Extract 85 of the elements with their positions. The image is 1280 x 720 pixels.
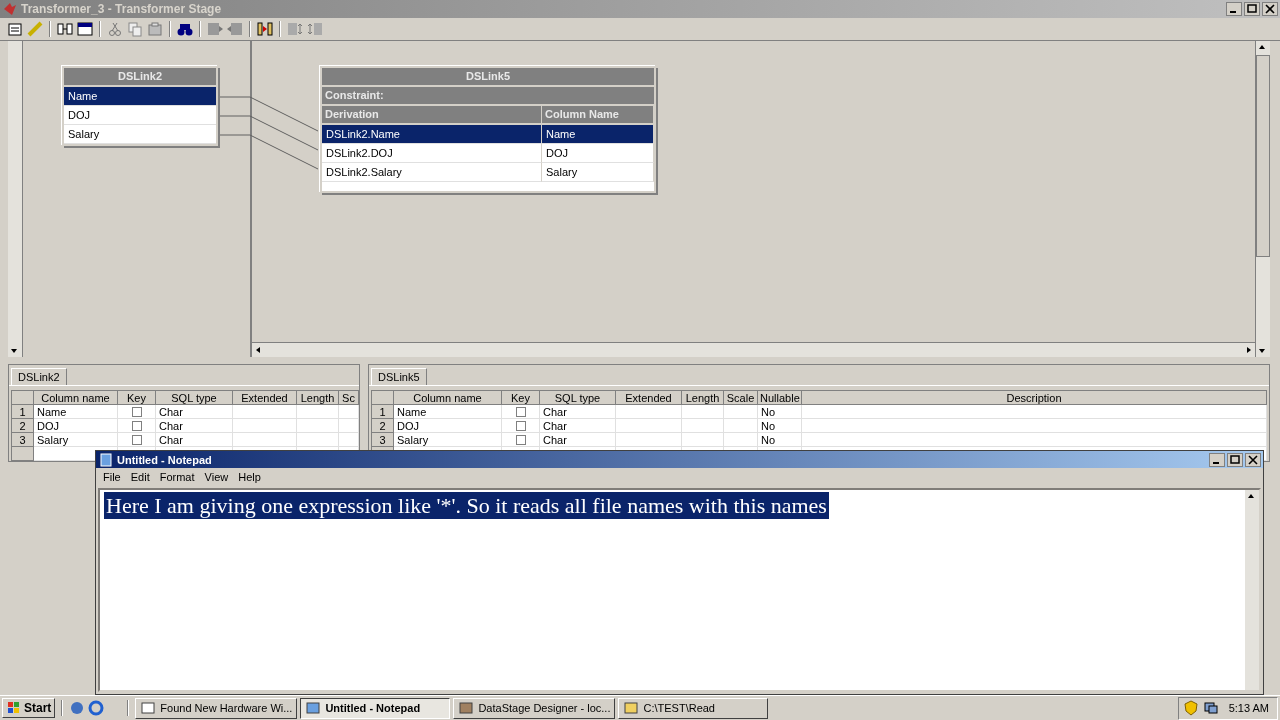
menu-item[interactable]: View [200, 471, 233, 483]
checkbox[interactable] [131, 406, 142, 417]
column-row[interactable]: DOJ [64, 106, 216, 125]
column-header: Column Name [542, 106, 654, 125]
column-header[interactable]: Description [801, 390, 1267, 405]
table-cell: Char [155, 404, 233, 419]
column-header[interactable]: Column name [33, 390, 118, 405]
column-row[interactable]: Name [64, 87, 216, 106]
column-header[interactable]: Length [681, 390, 724, 405]
maximize-icon[interactable] [1244, 2, 1260, 16]
column-header[interactable]: SQL type [539, 390, 616, 405]
notepad-icon [98, 451, 114, 468]
four-squares-icon [6, 700, 22, 716]
menu-item[interactable]: Edit [126, 471, 154, 483]
menu-item[interactable]: File [99, 471, 125, 483]
table-cell: Char [539, 418, 616, 433]
column-header[interactable]: Length [296, 390, 339, 405]
column-row[interactable]: Salary [64, 125, 216, 144]
column-header[interactable]: Column name [393, 390, 502, 405]
column-header[interactable]: Extended [232, 390, 297, 405]
window-icon[interactable] [76, 20, 94, 38]
start-button[interactable]: Start [2, 698, 56, 718]
link-title: DSLink5 [322, 68, 654, 87]
table-cell: DOJ [33, 418, 118, 433]
column-header[interactable]: SQL type [155, 390, 233, 405]
notepad-icon [305, 700, 322, 716]
table-cell: No [757, 418, 802, 433]
derivation-row[interactable]: DSLink2.Name Name [322, 125, 654, 144]
checkbox[interactable] [131, 420, 142, 431]
checkbox[interactable] [131, 434, 142, 445]
clock: 5:13 AM [1228, 702, 1269, 714]
derivation-row[interactable]: DSLink2.Salary Salary [322, 163, 654, 182]
table-cell: Char [155, 432, 233, 447]
checkbox[interactable] [515, 434, 526, 445]
move-left-icon[interactable] [226, 20, 244, 38]
table-cell: Salary [33, 432, 118, 447]
close-icon[interactable] [1262, 2, 1278, 16]
column-height-icon[interactable] [306, 20, 324, 38]
close-icon[interactable] [1245, 452, 1261, 467]
properties-icon[interactable] [6, 20, 24, 38]
arrow-between-bars-icon[interactable] [256, 20, 274, 38]
menu-item[interactable]: Help [234, 471, 265, 483]
column-header[interactable]: Key [501, 390, 540, 405]
input-link-table[interactable]: DSLink2 Name DOJ Salary [62, 66, 218, 146]
link-tab[interactable]: DSLink5 [371, 368, 427, 385]
minimize-icon[interactable] [1209, 452, 1225, 467]
taskbar-button[interactable]: Untitled - Notepad [300, 697, 451, 719]
checkbox[interactable] [515, 420, 526, 431]
taskbar-button[interactable]: DataStage Designer - loc... [453, 697, 616, 719]
table-cell: Salary [393, 432, 502, 447]
window-title: Untitled - Notepad [117, 453, 212, 466]
column-header[interactable]: Scale [723, 390, 758, 405]
scroll-thumb[interactable] [1256, 55, 1270, 257]
table-cell: Name [393, 404, 502, 419]
column-header[interactable]: Nullable [757, 390, 802, 405]
menu-item[interactable]: Format [155, 471, 199, 483]
column-header[interactable]: Key [117, 390, 156, 405]
column-header[interactable]: Sc [338, 390, 359, 405]
column-header[interactable]: Extended [615, 390, 682, 405]
taskbar-button[interactable]: C:\TEST\Read [618, 697, 769, 719]
window-title: Transformer_3 - Transformer Stage [21, 2, 222, 16]
minimize-icon[interactable] [1226, 2, 1242, 16]
constraint-label: Constraint: [322, 87, 654, 106]
link-tab[interactable]: DSLink2 [11, 368, 67, 385]
output-link-table[interactable]: DSLink5 Constraint: Derivation Column Name DSLink2.Name Name DSLink2.DOJ DOJ DSLink2.Salary Salary [320, 66, 656, 193]
link-title: DSLink2 [64, 68, 216, 87]
move-right-icon[interactable] [206, 20, 224, 38]
row-height-icon[interactable] [286, 20, 304, 38]
table-cell: No [757, 404, 802, 419]
network-icon[interactable] [1202, 700, 1219, 716]
table-cell: Char [539, 432, 616, 447]
table-cell: Name [33, 404, 118, 419]
derivation-row[interactable]: DSLink2.DOJ DOJ [322, 144, 654, 163]
taskbar-button[interactable]: Found New Hardware Wi... [135, 697, 298, 719]
column-header: Derivation [322, 106, 542, 125]
window-icon [140, 700, 157, 716]
table-cell: Char [155, 418, 233, 433]
columns-icon[interactable] [56, 20, 74, 38]
checkbox[interactable] [515, 406, 526, 417]
table-cell: No [757, 432, 802, 447]
text-content[interactable]: Here I am giving one expression like '*'. So it reads all file names with this names [104, 492, 829, 519]
maximize-icon[interactable] [1227, 452, 1243, 467]
table-cell: Char [539, 404, 616, 419]
table-cell: DOJ [393, 418, 502, 433]
folder-icon [623, 700, 640, 716]
